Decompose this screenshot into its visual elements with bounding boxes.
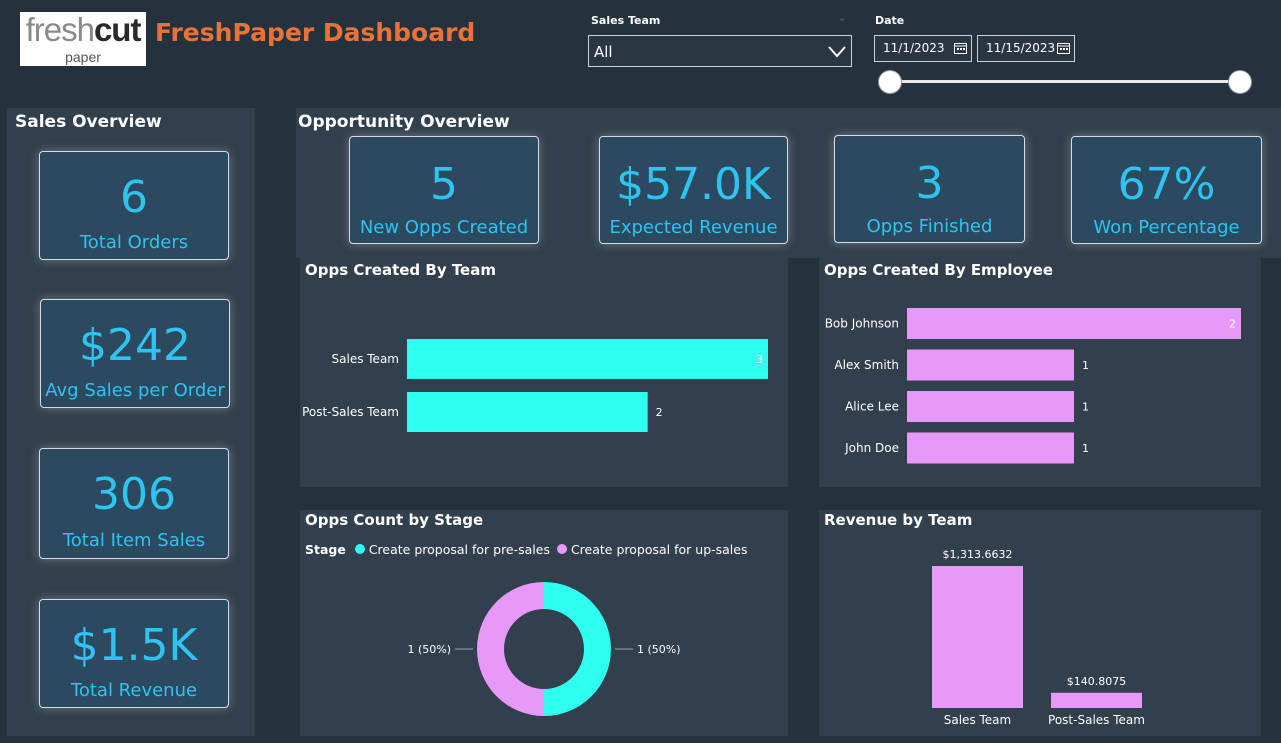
date-range-handle-end[interactable] <box>1228 70 1252 94</box>
bar <box>407 339 768 379</box>
kpi-expected-revenue: $57.0K Expected Revenue <box>599 136 788 244</box>
category-label: Sales Team <box>332 352 399 366</box>
stage-legend: Stage Create proposal for pre-sales Crea… <box>305 542 748 557</box>
logo-word-cut: cut <box>93 11 141 48</box>
legend-dot-up-sales <box>556 544 567 554</box>
data-label: $1,313.6632 <box>943 548 1013 561</box>
chevron-down-icon: ⌄ <box>838 13 847 24</box>
opps-by-stage-chart: 1 (50%) 1 (50%) <box>407 582 681 716</box>
bar <box>907 391 1074 422</box>
data-label: 3 <box>756 353 763 366</box>
date-range-handle-start[interactable] <box>878 70 902 94</box>
legend-dot-pre-sales <box>354 544 365 554</box>
bar <box>907 349 1074 381</box>
logo-subtitle: paper <box>65 49 101 65</box>
opps-by-employee-chart: Bob Johnson 2 Alex Smith 1 Alice Lee 1 John Do… <box>825 308 1241 464</box>
data-label: 1 <box>1082 442 1089 455</box>
revenue-by-team-chart: $1,313.6632 Sales Team $140.8075 Post-Sales… <box>932 548 1145 727</box>
kpi-label: Opps Finished <box>866 216 993 237</box>
data-label: 2 <box>1229 318 1236 331</box>
category-label: Post-Sales Team <box>302 405 399 419</box>
kpi-value: 67% <box>1117 159 1216 210</box>
kpi-label: New Opps Created <box>359 217 529 238</box>
legend-label-up-sales: Create proposal for up-sales <box>570 542 748 557</box>
kpi-avg-sales-per-order: $242 Avg Sales per Order <box>40 299 230 408</box>
kpi-label: Total Orders <box>79 232 189 253</box>
kpi-value: $57.0K <box>616 159 771 210</box>
data-label: 2 <box>656 406 663 419</box>
sales-team-filter-label: Sales Team <box>591 14 661 27</box>
data-label: 1 (50%) <box>637 643 681 656</box>
date-range-track <box>890 80 1240 83</box>
chart-title-opps-by-stage: Opps Count by Stage <box>305 511 484 529</box>
chevron-down-icon <box>828 46 846 58</box>
kpi-value: 3 <box>915 158 944 209</box>
kpi-label: Won Percentage <box>1093 217 1240 238</box>
kpi-value: 306 <box>92 469 176 520</box>
bar <box>407 392 648 432</box>
page-title: FreshPaper Dashboard <box>155 18 476 47</box>
kpi-label: Expected Revenue <box>609 217 778 238</box>
kpi-value: 6 <box>120 172 148 223</box>
data-label: 1 <box>1082 359 1089 372</box>
kpi-total-orders: 6 Total Orders <box>39 151 229 260</box>
sales-team-dropdown[interactable]: All <box>588 35 852 67</box>
opportunity-overview-title: Opportunity Overview <box>298 112 510 132</box>
donut-slice <box>477 582 544 716</box>
bar <box>907 432 1074 464</box>
date-start-input[interactable]: 11/1/2023 <box>874 35 972 62</box>
kpi-label: Total Item Sales <box>62 530 206 551</box>
sales-overview-title: Sales Overview <box>15 112 162 132</box>
calendar-icon[interactable] <box>1057 42 1070 54</box>
data-label: $140.8075 <box>1067 675 1127 688</box>
category-label: Sales Team <box>944 713 1011 727</box>
category-label: Alice Lee <box>845 400 899 414</box>
kpi-new-opps-created: 5 New Opps Created <box>349 136 539 244</box>
category-label: Bob Johnson <box>825 317 899 331</box>
opps-by-team-chart: Sales Team 3 Post-Sales Team 2 <box>302 339 768 432</box>
kpi-opps-finished: 3 Opps Finished <box>834 135 1025 243</box>
donut-slice <box>544 582 611 716</box>
legend-title: Stage <box>305 542 346 557</box>
bar <box>932 566 1023 708</box>
sales-team-selected: All <box>594 43 613 61</box>
kpi-won-percentage: 67% Won Percentage <box>1071 136 1262 244</box>
date-filter-label: Date <box>875 14 905 27</box>
logo-word-fresh: fresh <box>25 11 95 48</box>
category-label: Alex Smith <box>834 358 899 372</box>
data-label: 1 (50%) <box>407 643 451 656</box>
date-start-value: 11/1/2023 <box>883 41 945 55</box>
data-label: 1 <box>1082 401 1089 414</box>
category-label: John Doe <box>844 441 899 455</box>
chart-title-opps-by-team: Opps Created By Team <box>305 261 496 279</box>
chart-title-opps-by-employee: Opps Created By Employee <box>824 261 1053 279</box>
bar <box>1051 692 1142 708</box>
category-label: Post-Sales Team <box>1048 713 1145 727</box>
kpi-total-item-sales: 306 Total Item Sales <box>39 448 229 559</box>
kpi-label: Total Revenue <box>70 680 198 701</box>
kpi-total-revenue: $1.5K Total Revenue <box>39 599 229 708</box>
legend-label-pre-sales: Create proposal for pre-sales <box>368 542 550 557</box>
calendar-icon[interactable] <box>954 42 967 54</box>
logo: freshcut paper <box>20 12 146 66</box>
bar <box>907 308 1241 339</box>
kpi-value: 5 <box>430 159 458 210</box>
kpi-label: Avg Sales per Order <box>45 380 225 401</box>
date-end-value: 11/15/2023 <box>986 41 1056 55</box>
kpi-value: $242 <box>79 320 191 371</box>
chart-title-revenue-by-team: Revenue by Team <box>824 511 973 529</box>
kpi-value: $1.5K <box>70 620 198 671</box>
date-end-input[interactable]: 11/15/2023 <box>977 35 1075 62</box>
